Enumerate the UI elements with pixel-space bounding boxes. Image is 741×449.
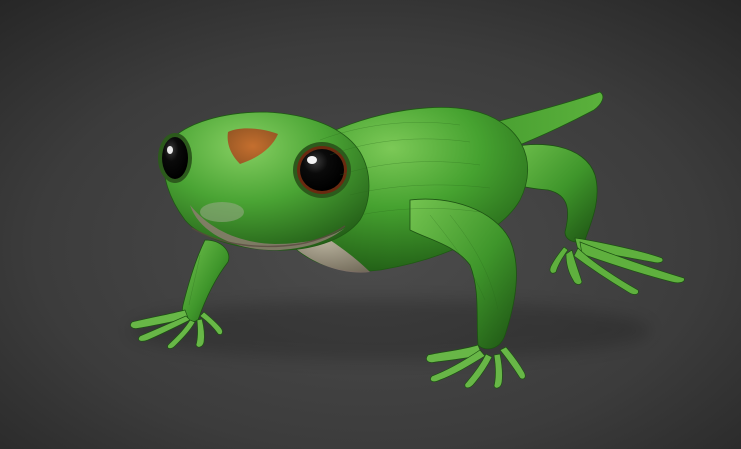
gecko-left-eye-highlight	[167, 146, 173, 154]
gecko-snout-highlight	[200, 202, 244, 222]
gecko-right-eye-highlight	[307, 156, 317, 164]
gecko-render	[0, 0, 741, 449]
gecko-right-eye	[300, 149, 344, 191]
ground-shadow	[130, 300, 650, 360]
3d-viewport[interactable]	[0, 0, 741, 449]
gecko-left-eye	[162, 137, 188, 179]
